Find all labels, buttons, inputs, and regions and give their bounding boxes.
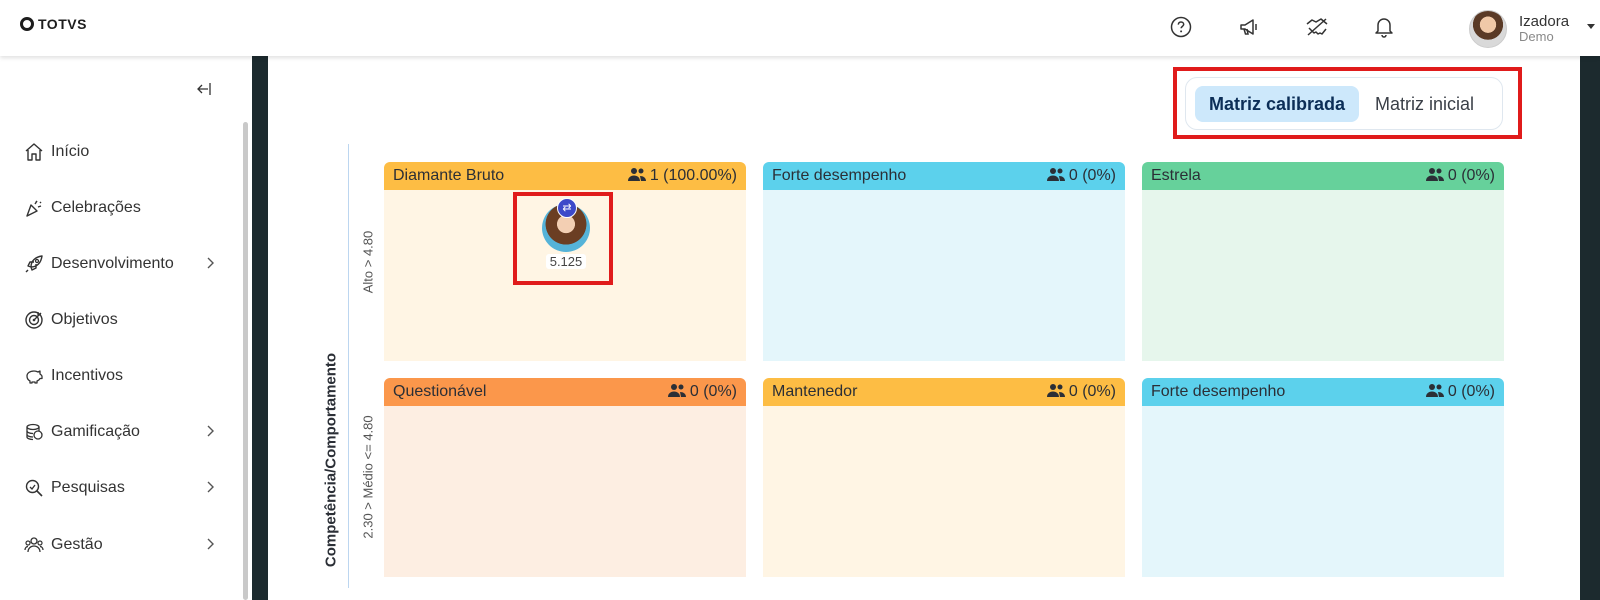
sidebar-item-objetivos[interactable]: Objetivos [23, 308, 223, 332]
content-frame-right [1580, 56, 1600, 600]
cell-body [1142, 406, 1504, 577]
matrix-cell-forte-desempenho-top[interactable]: Forte desempenho 0 (0%) [763, 162, 1125, 361]
cell-body [384, 406, 746, 577]
sidebar-item-pesquisas[interactable]: Pesquisas [23, 476, 223, 500]
matrix-cell-mantenedor[interactable]: Mantenedor 0 (0%) [763, 378, 1125, 577]
cell-title: Forte desempenho [772, 167, 907, 184]
matrix-cell-questionavel[interactable]: Questionável 0 (0%) [384, 378, 746, 577]
user-subtitle: Demo [1519, 29, 1554, 44]
cell-count: 0 (0%) [1068, 167, 1116, 184]
sidebar: Início Celebrações Desenvolvimento Objet… [0, 56, 248, 600]
sidebar-item-inicio[interactable]: Início [23, 140, 223, 164]
y-axis-line [348, 144, 349, 588]
cell-count: 0 (0%) [1447, 167, 1495, 184]
people-count-icon [627, 167, 646, 186]
bell-icon[interactable] [1371, 14, 1397, 40]
sidebar-scrollbar[interactable] [243, 122, 248, 600]
matrix-cell-forte-desempenho-bottom[interactable]: Forte desempenho 0 (0%) [1142, 378, 1504, 577]
cell-body [1142, 190, 1504, 361]
cell-header: Mantenedor 0 (0%) [763, 378, 1125, 406]
row-label-alto: Alto > 4.80 [360, 230, 376, 294]
totvs-logo[interactable]: TOTVS [20, 16, 87, 32]
matrix-cell-estrela[interactable]: Estrela 0 (0%) [1142, 162, 1504, 361]
sidebar-item-incentivos[interactable]: Incentivos [23, 364, 223, 388]
cell-count: 0 (0%) [689, 383, 737, 400]
chevron-right-icon [205, 480, 215, 499]
cell-header: Diamante Bruto 1 (100.00%) [384, 162, 746, 190]
cell-title: Mantenedor [772, 383, 858, 400]
user-menu[interactable]: Izadora Demo [1469, 10, 1569, 48]
user-avatar [1469, 10, 1507, 48]
sidebar-item-celebracoes[interactable]: Celebrações [23, 196, 223, 220]
megaphone-icon[interactable] [1236, 14, 1262, 40]
cell-count: 1 (100.00%) [649, 167, 737, 184]
content-frame-left [252, 56, 268, 600]
search-survey-icon [23, 477, 45, 499]
cell-title: Questionável [393, 383, 487, 400]
cell-title: Forte desempenho [1151, 383, 1286, 400]
sidebar-item-label: Gestão [51, 536, 103, 553]
top-bar: TOTVS Izadora Demo [0, 0, 1600, 56]
row-label-medio: 2.30 > Médio <= 4.80 [360, 415, 376, 539]
handshake-icon[interactable] [1304, 14, 1330, 40]
sidebar-item-label: Início [51, 143, 90, 160]
cell-title: Diamante Bruto [393, 167, 505, 184]
user-name: Izadora [1519, 13, 1570, 30]
sidebar-item-gestao[interactable]: Gestão [23, 533, 223, 557]
piggy-bank-icon [23, 365, 45, 387]
chevron-right-icon [205, 256, 215, 275]
coins-icon [23, 421, 45, 443]
cell-count: 0 (0%) [1447, 383, 1495, 400]
people-count-icon [1425, 167, 1444, 186]
target-icon [23, 309, 45, 331]
matrix-view-toggle: Matriz calibrada Matriz inicial [1185, 77, 1503, 130]
cell-body [763, 406, 1125, 577]
cell-body [763, 190, 1125, 361]
rocket-icon [23, 253, 45, 275]
sidebar-item-label: Pesquisas [51, 479, 125, 496]
matriz-inicial-button[interactable]: Matriz inicial [1361, 86, 1488, 122]
cell-header: Questionável 0 (0%) [384, 378, 746, 406]
employee-highlight [513, 192, 613, 285]
matriz-calibrada-button[interactable]: Matriz calibrada [1195, 86, 1360, 122]
collapse-sidebar-icon[interactable] [196, 82, 212, 101]
sidebar-item-label: Objetivos [51, 311, 118, 328]
cell-header: Forte desempenho 0 (0%) [763, 162, 1125, 190]
party-popper-icon [23, 197, 45, 219]
people-count-icon [1425, 383, 1444, 402]
chevron-right-icon [205, 424, 215, 443]
logo-mark-icon [20, 17, 34, 31]
people-count-icon [667, 383, 686, 402]
people-icon [23, 534, 45, 556]
sidebar-item-desenvolvimento[interactable]: Desenvolvimento [23, 252, 223, 276]
sidebar-item-label: Celebrações [51, 199, 141, 216]
cell-title: Estrela [1151, 167, 1201, 184]
sidebar-item-gamificacao[interactable]: Gamificação [23, 420, 223, 444]
cell-header: Forte desempenho 0 (0%) [1142, 378, 1504, 406]
cell-count: 0 (0%) [1068, 383, 1116, 400]
people-count-icon [1046, 167, 1065, 186]
sidebar-item-label: Incentivos [51, 367, 124, 384]
people-count-icon [1046, 383, 1065, 402]
chevron-down-icon[interactable] [1587, 24, 1595, 29]
chevron-right-icon [205, 537, 215, 556]
sidebar-item-label: Gamificação [51, 423, 140, 440]
sidebar-item-label: Desenvolvimento [51, 255, 174, 272]
home-icon [23, 141, 45, 163]
help-icon[interactable] [1168, 14, 1194, 40]
brand-name: TOTVS [38, 16, 87, 32]
cell-header: Estrela 0 (0%) [1142, 162, 1504, 190]
y-axis-title: Competência/Comportamento [322, 352, 340, 568]
